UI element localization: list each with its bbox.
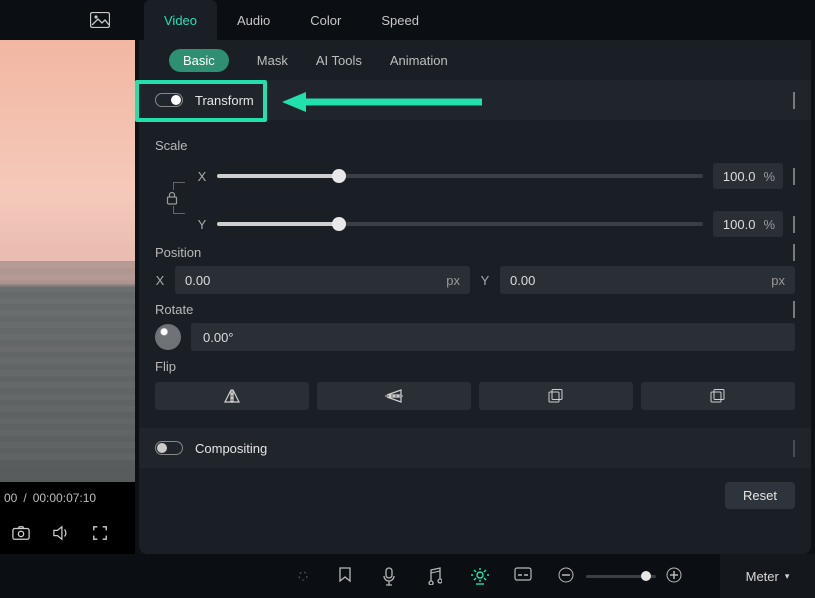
tab-video[interactable]: Video	[144, 0, 217, 40]
transform-toggle[interactable]	[155, 93, 183, 107]
top-tab-bar: Video Audio Color Speed	[0, 0, 815, 40]
rotate-input[interactable]: 0.00°	[191, 323, 795, 351]
position-x-input[interactable]: 0.00px	[175, 266, 470, 294]
flip-vertical-button[interactable]	[317, 382, 471, 410]
rotate-label: Rotate	[155, 302, 193, 317]
compositing-keyframe-icon[interactable]	[793, 441, 795, 456]
time-current: 00	[4, 491, 17, 505]
bottom-toolbar: Meter▾	[0, 554, 815, 598]
compositing-toggle[interactable]	[155, 441, 183, 455]
tab-audio[interactable]: Audio	[217, 0, 290, 40]
zoom-slider[interactable]	[586, 575, 656, 578]
subtab-ai-tools[interactable]: AI Tools	[316, 53, 362, 68]
transform-title: Transform	[195, 93, 254, 108]
copy-button-1[interactable]	[479, 382, 633, 410]
scale-x-input[interactable]: 100.0%	[713, 163, 783, 189]
properties-panel: Basic Mask AI Tools Animation Transform …	[139, 40, 811, 554]
position-label: Position	[155, 245, 201, 260]
mic-icon[interactable]	[382, 567, 400, 585]
meter-dropdown[interactable]: Meter▾	[720, 554, 815, 598]
flip-label: Flip	[155, 359, 795, 374]
video-preview[interactable]	[0, 40, 135, 482]
adjust-icon[interactable]	[294, 567, 312, 585]
rotate-knob[interactable]	[155, 324, 181, 350]
reset-button[interactable]: Reset	[725, 482, 795, 509]
tab-color[interactable]: Color	[290, 0, 361, 40]
scale-y-keyframe-icon[interactable]	[793, 217, 795, 232]
position-y-axis-label: Y	[480, 273, 490, 288]
time-separator: /	[23, 491, 26, 505]
position-y-input[interactable]: 0.00px	[500, 266, 795, 294]
transform-header[interactable]: Transform	[139, 80, 811, 120]
sub-tab-bar: Basic Mask AI Tools Animation	[139, 40, 811, 80]
time-total: 00:00:07:10	[33, 491, 96, 505]
scale-x-slider[interactable]	[217, 174, 703, 178]
caption-icon[interactable]	[514, 567, 532, 585]
preview-column: 00 / 00:00:07:10	[0, 40, 135, 554]
volume-icon[interactable]	[52, 525, 70, 543]
music-icon[interactable]	[426, 567, 444, 585]
scale-y-slider[interactable]	[217, 222, 703, 226]
effects-icon[interactable]	[470, 567, 488, 585]
flip-horizontal-button[interactable]	[155, 382, 309, 410]
position-x-axis-label: X	[155, 273, 165, 288]
scale-x-axis-label: X	[197, 169, 207, 184]
compositing-title: Compositing	[195, 441, 267, 456]
zoom-out-icon[interactable]	[558, 567, 576, 585]
scale-lock[interactable]	[155, 182, 189, 214]
scale-y-input[interactable]: 100.0%	[713, 211, 783, 237]
zoom-in-icon[interactable]	[666, 567, 684, 585]
compositing-header[interactable]: Compositing	[139, 428, 811, 468]
fullscreen-icon[interactable]	[92, 525, 110, 543]
marker-icon[interactable]	[338, 567, 356, 585]
tab-speed[interactable]: Speed	[361, 0, 439, 40]
transform-keyframe-icon[interactable]	[793, 93, 795, 108]
position-keyframe-icon[interactable]	[793, 245, 795, 260]
scale-x-keyframe-icon[interactable]	[793, 169, 795, 184]
subtab-basic[interactable]: Basic	[169, 49, 229, 72]
image-icon[interactable]	[90, 12, 110, 28]
scale-y-axis-label: Y	[197, 217, 207, 232]
rotate-keyframe-icon[interactable]	[793, 302, 795, 317]
subtab-mask[interactable]: Mask	[257, 53, 288, 68]
snapshot-icon[interactable]	[12, 525, 30, 543]
copy-button-2[interactable]	[641, 382, 795, 410]
scale-label: Scale	[155, 138, 795, 153]
subtab-animation[interactable]: Animation	[390, 53, 448, 68]
